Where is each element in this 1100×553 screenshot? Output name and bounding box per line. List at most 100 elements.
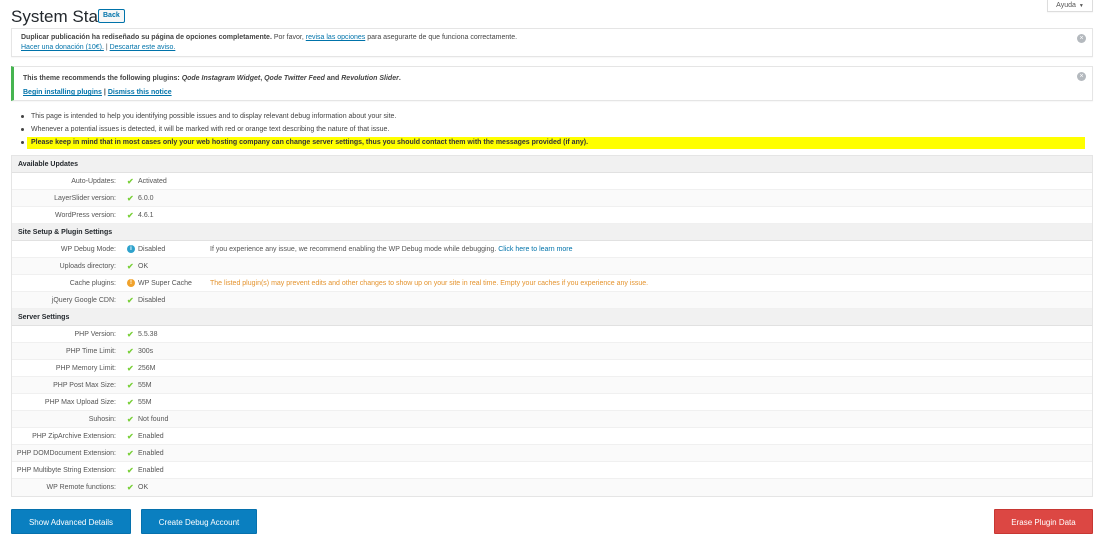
row-value: WP Super Cache (138, 280, 192, 287)
row-value: 55M (138, 399, 152, 406)
row-label: Cache plugins: (69, 280, 116, 287)
begin-installing-link[interactable]: Begin installing plugins (23, 89, 102, 96)
row-value: Enabled (138, 467, 164, 474)
help-tab-label: Ayuda (1056, 2, 1076, 9)
table-row: PHP Max Upload Size: ✔ 55M (12, 394, 1092, 411)
row-label: PHP Time Limit: (65, 348, 116, 355)
section-heading: Site Setup & Plugin Settings (12, 224, 1092, 241)
check-icon: ✔ (127, 330, 134, 339)
caret-down-icon: ▼ (1078, 3, 1084, 9)
erase-plugin-data-button[interactable]: Erase Plugin Data (994, 509, 1093, 534)
table-row: PHP Version: ✔ 5.5.38 (12, 326, 1092, 343)
row-value: 6.0.0 (138, 195, 154, 202)
notice-message: This theme recommends the following plug… (23, 75, 401, 82)
section-rows: WP Debug Mode: i Disabled If you experie… (12, 241, 1092, 309)
note-text: If you experience any issue, we recommen… (210, 246, 497, 253)
check-icon: ✔ (127, 347, 134, 356)
help-tab[interactable]: Ayuda ▼ (1047, 0, 1093, 12)
check-icon: ✔ (127, 262, 134, 271)
row-label: LayerSlider version: (54, 195, 116, 202)
section-heading: Available Updates (12, 156, 1092, 173)
back-button[interactable]: Back (98, 9, 125, 23)
dismiss-notice-link[interactable]: Dismiss this notice (108, 89, 172, 96)
close-icon[interactable]: × (1077, 72, 1086, 81)
row-note: The listed plugin(s) may prevent edits a… (210, 280, 649, 287)
table-row: jQuery Google CDN: ✔ Disabled (12, 292, 1092, 309)
check-icon: ✔ (127, 296, 134, 305)
check-icon: ✔ (127, 211, 134, 220)
donate-link[interactable]: Hacer una donación (10€). (21, 44, 104, 51)
row-label: PHP Post Max Size: (53, 382, 116, 389)
check-icon: ✔ (127, 194, 134, 203)
table-row: WP Debug Mode: i Disabled If you experie… (12, 241, 1092, 258)
table-row: Suhosin: ✔ Not found (12, 411, 1092, 428)
table-row: WordPress version: ✔ 4.6.1 (12, 207, 1092, 224)
row-value: Activated (138, 178, 167, 185)
row-value: OK (138, 484, 149, 491)
row-value: Disabled (138, 246, 166, 253)
row-value: 256M (138, 365, 156, 372)
row-label: PHP Multibyte String Extension: (16, 467, 116, 474)
check-icon: ✔ (127, 415, 134, 424)
notice-bold-text: Duplicar publicación ha rediseñado su pá… (21, 34, 272, 41)
table-row: PHP Post Max Size: ✔ 55M (12, 377, 1092, 394)
separator: and (324, 75, 342, 82)
duplicate-post-notice: Duplicar publicación ha rediseñado su pá… (11, 28, 1093, 57)
close-icon[interactable]: × (1077, 34, 1086, 43)
table-row: PHP Memory Limit: ✔ 256M (12, 360, 1092, 377)
show-advanced-details-button[interactable]: Show Advanced Details (11, 509, 131, 534)
plugin-recommendation-notice: This theme recommends the following plug… (11, 66, 1093, 101)
row-label: Uploads directory: (59, 263, 116, 270)
check-icon: ✔ (127, 398, 134, 407)
row-value: 4.6.1 (138, 212, 154, 219)
separator: . (398, 75, 401, 82)
row-label: WordPress version: (55, 212, 116, 219)
table-row: Auto-Updates: ✔ Activated (12, 173, 1092, 190)
check-icon: ✔ (127, 449, 134, 458)
learn-more-link[interactable]: Click here to learn more (498, 246, 572, 253)
table-row: WP Remote functions: ✔ OK (12, 479, 1092, 496)
info-icon: i (127, 245, 135, 253)
row-label: jQuery Google CDN: (51, 297, 116, 304)
table-row: LayerSlider version: ✔ 6.0.0 (12, 190, 1092, 207)
row-value: 300s (138, 348, 154, 355)
list-item: Whenever a potential issues is detected,… (20, 123, 1093, 136)
table-row: Cache plugins: ! WP Super Cache The list… (12, 275, 1092, 292)
row-value: Not found (138, 416, 169, 423)
row-label: PHP ZipArchive Extension: (32, 433, 116, 440)
row-value: OK (138, 263, 149, 270)
list-item: Please keep in mind that in most cases o… (20, 136, 1093, 149)
review-options-link[interactable]: revisa las opciones (306, 34, 366, 41)
row-label: PHP Memory Limit: (55, 365, 116, 372)
dismiss-notice-link[interactable]: Descartar este aviso. (110, 44, 176, 51)
table-row: Uploads directory: ✔ OK (12, 258, 1092, 275)
row-label: PHP DOMDocument Extension: (16, 450, 116, 457)
section-heading: Server Settings (12, 309, 1092, 326)
row-label: PHP Max Upload Size: (44, 399, 116, 406)
intro-list: This page is intended to help you identi… (20, 110, 1093, 149)
check-icon: ✔ (127, 483, 134, 492)
row-value: Enabled (138, 433, 164, 440)
table-row: PHP Multibyte String Extension: ✔ Enable… (12, 462, 1092, 479)
plugin-name: Qode Twitter Feed (264, 75, 325, 82)
row-label: Auto-Updates: (71, 178, 116, 185)
system-status-table: Available Updates Auto-Updates: ✔ Activa… (11, 155, 1093, 497)
row-value: 55M (138, 382, 152, 389)
warning-icon: ! (127, 279, 135, 287)
table-row: PHP ZipArchive Extension: ✔ Enabled (12, 428, 1092, 445)
table-row: PHP Time Limit: ✔ 300s (12, 343, 1092, 360)
check-icon: ✔ (127, 381, 134, 390)
plugin-name: Revolution Slider (341, 75, 399, 82)
notice-links: Hacer una donación (10€). | Descartar es… (21, 44, 175, 51)
notice-text-after: para asegurarte de que funciona correcta… (365, 34, 518, 41)
section-rows: PHP Version: ✔ 5.5.38 PHP Time Limit: ✔ … (12, 326, 1092, 496)
create-debug-account-button[interactable]: Create Debug Account (141, 509, 257, 534)
check-icon: ✔ (127, 432, 134, 441)
list-item: This page is intended to help you identi… (20, 110, 1093, 123)
hosting-warning: Please keep in mind that in most cases o… (27, 137, 1085, 149)
notice-links: Begin installing plugins | Dismiss this … (23, 89, 172, 96)
row-note: If you experience any issue, we recommen… (210, 241, 573, 258)
row-label: WP Debug Mode: (60, 246, 116, 253)
row-value: Enabled (138, 450, 164, 457)
plugin-name: Qode Instagram Widget (181, 75, 261, 82)
